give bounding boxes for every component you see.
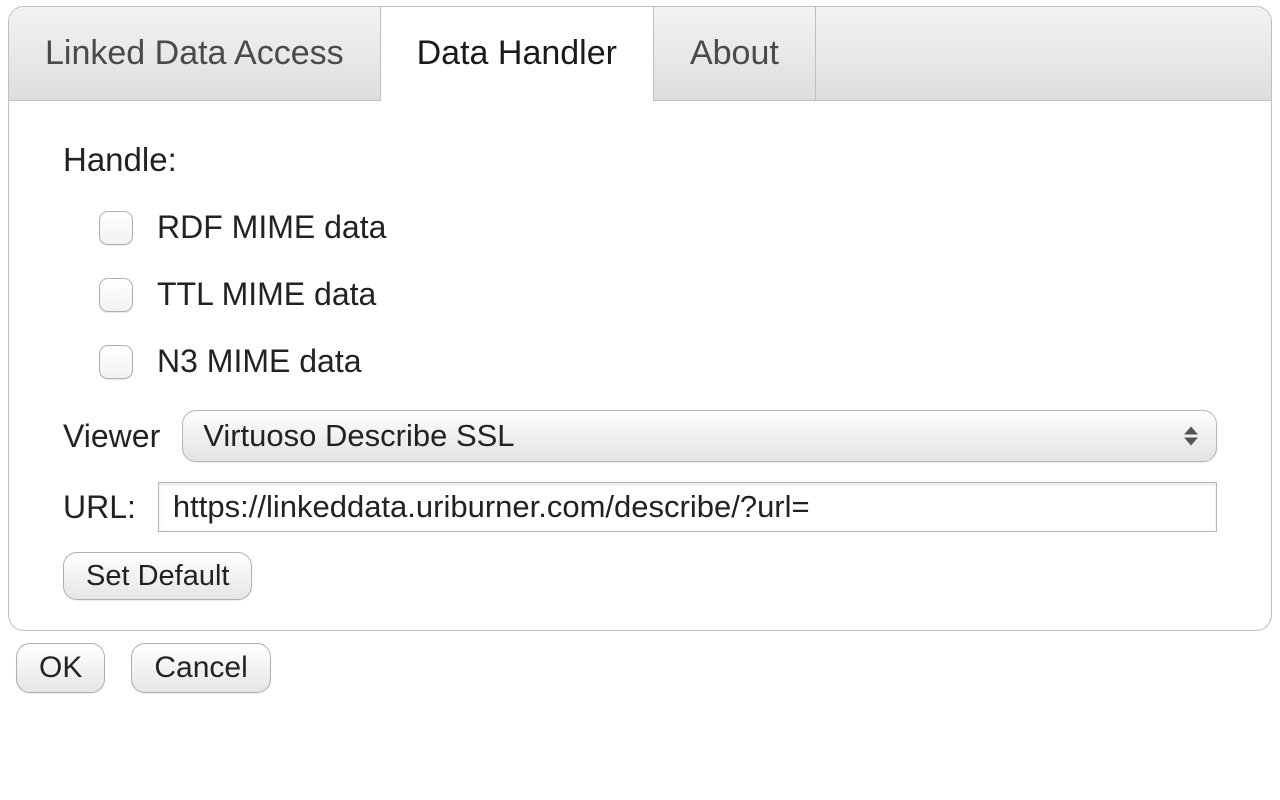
url-input-value: https://linkeddata.uriburner.com/describ… [173, 489, 810, 525]
checkbox-ttl-mime[interactable] [99, 278, 133, 312]
tab-about[interactable]: About [654, 7, 816, 100]
tab-bar: Linked Data Access Data Handler About [9, 7, 1271, 101]
option-ttl-mime[interactable]: TTL MIME data [99, 276, 1217, 313]
viewer-select[interactable]: Virtuoso Describe SSL [182, 410, 1217, 462]
url-row: URL: https://linkeddata.uriburner.com/de… [63, 482, 1217, 532]
viewer-row: Viewer Virtuoso Describe SSL [63, 410, 1217, 462]
cancel-button[interactable]: Cancel [131, 643, 270, 693]
tab-filler [816, 7, 1271, 100]
checkbox-n3-mime[interactable] [99, 345, 133, 379]
ok-button[interactable]: OK [16, 643, 105, 693]
viewer-label: Viewer [63, 418, 160, 455]
checkbox-label: TTL MIME data [157, 276, 376, 313]
option-rdf-mime[interactable]: RDF MIME data [99, 209, 1217, 246]
tab-content-data-handler: Handle: RDF MIME data TTL MIME data N3 M… [9, 101, 1271, 630]
url-input[interactable]: https://linkeddata.uriburner.com/describ… [158, 482, 1217, 532]
checkbox-label: N3 MIME data [157, 343, 362, 380]
checkbox-label: RDF MIME data [157, 209, 386, 246]
handle-section-label: Handle: [63, 141, 1217, 179]
updown-caret-icon [1184, 427, 1198, 446]
option-n3-mime[interactable]: N3 MIME data [99, 343, 1217, 380]
dialog-footer: OK Cancel [8, 643, 1272, 693]
tab-linked-data-access[interactable]: Linked Data Access [9, 7, 381, 100]
handle-options: RDF MIME data TTL MIME data N3 MIME data [99, 209, 1217, 380]
tab-data-handler[interactable]: Data Handler [381, 7, 654, 102]
url-label: URL: [63, 489, 136, 526]
checkbox-rdf-mime[interactable] [99, 211, 133, 245]
settings-panel: Linked Data Access Data Handler About Ha… [8, 6, 1272, 631]
set-default-button[interactable]: Set Default [63, 552, 252, 600]
viewer-select-value: Virtuoso Describe SSL [203, 418, 514, 454]
